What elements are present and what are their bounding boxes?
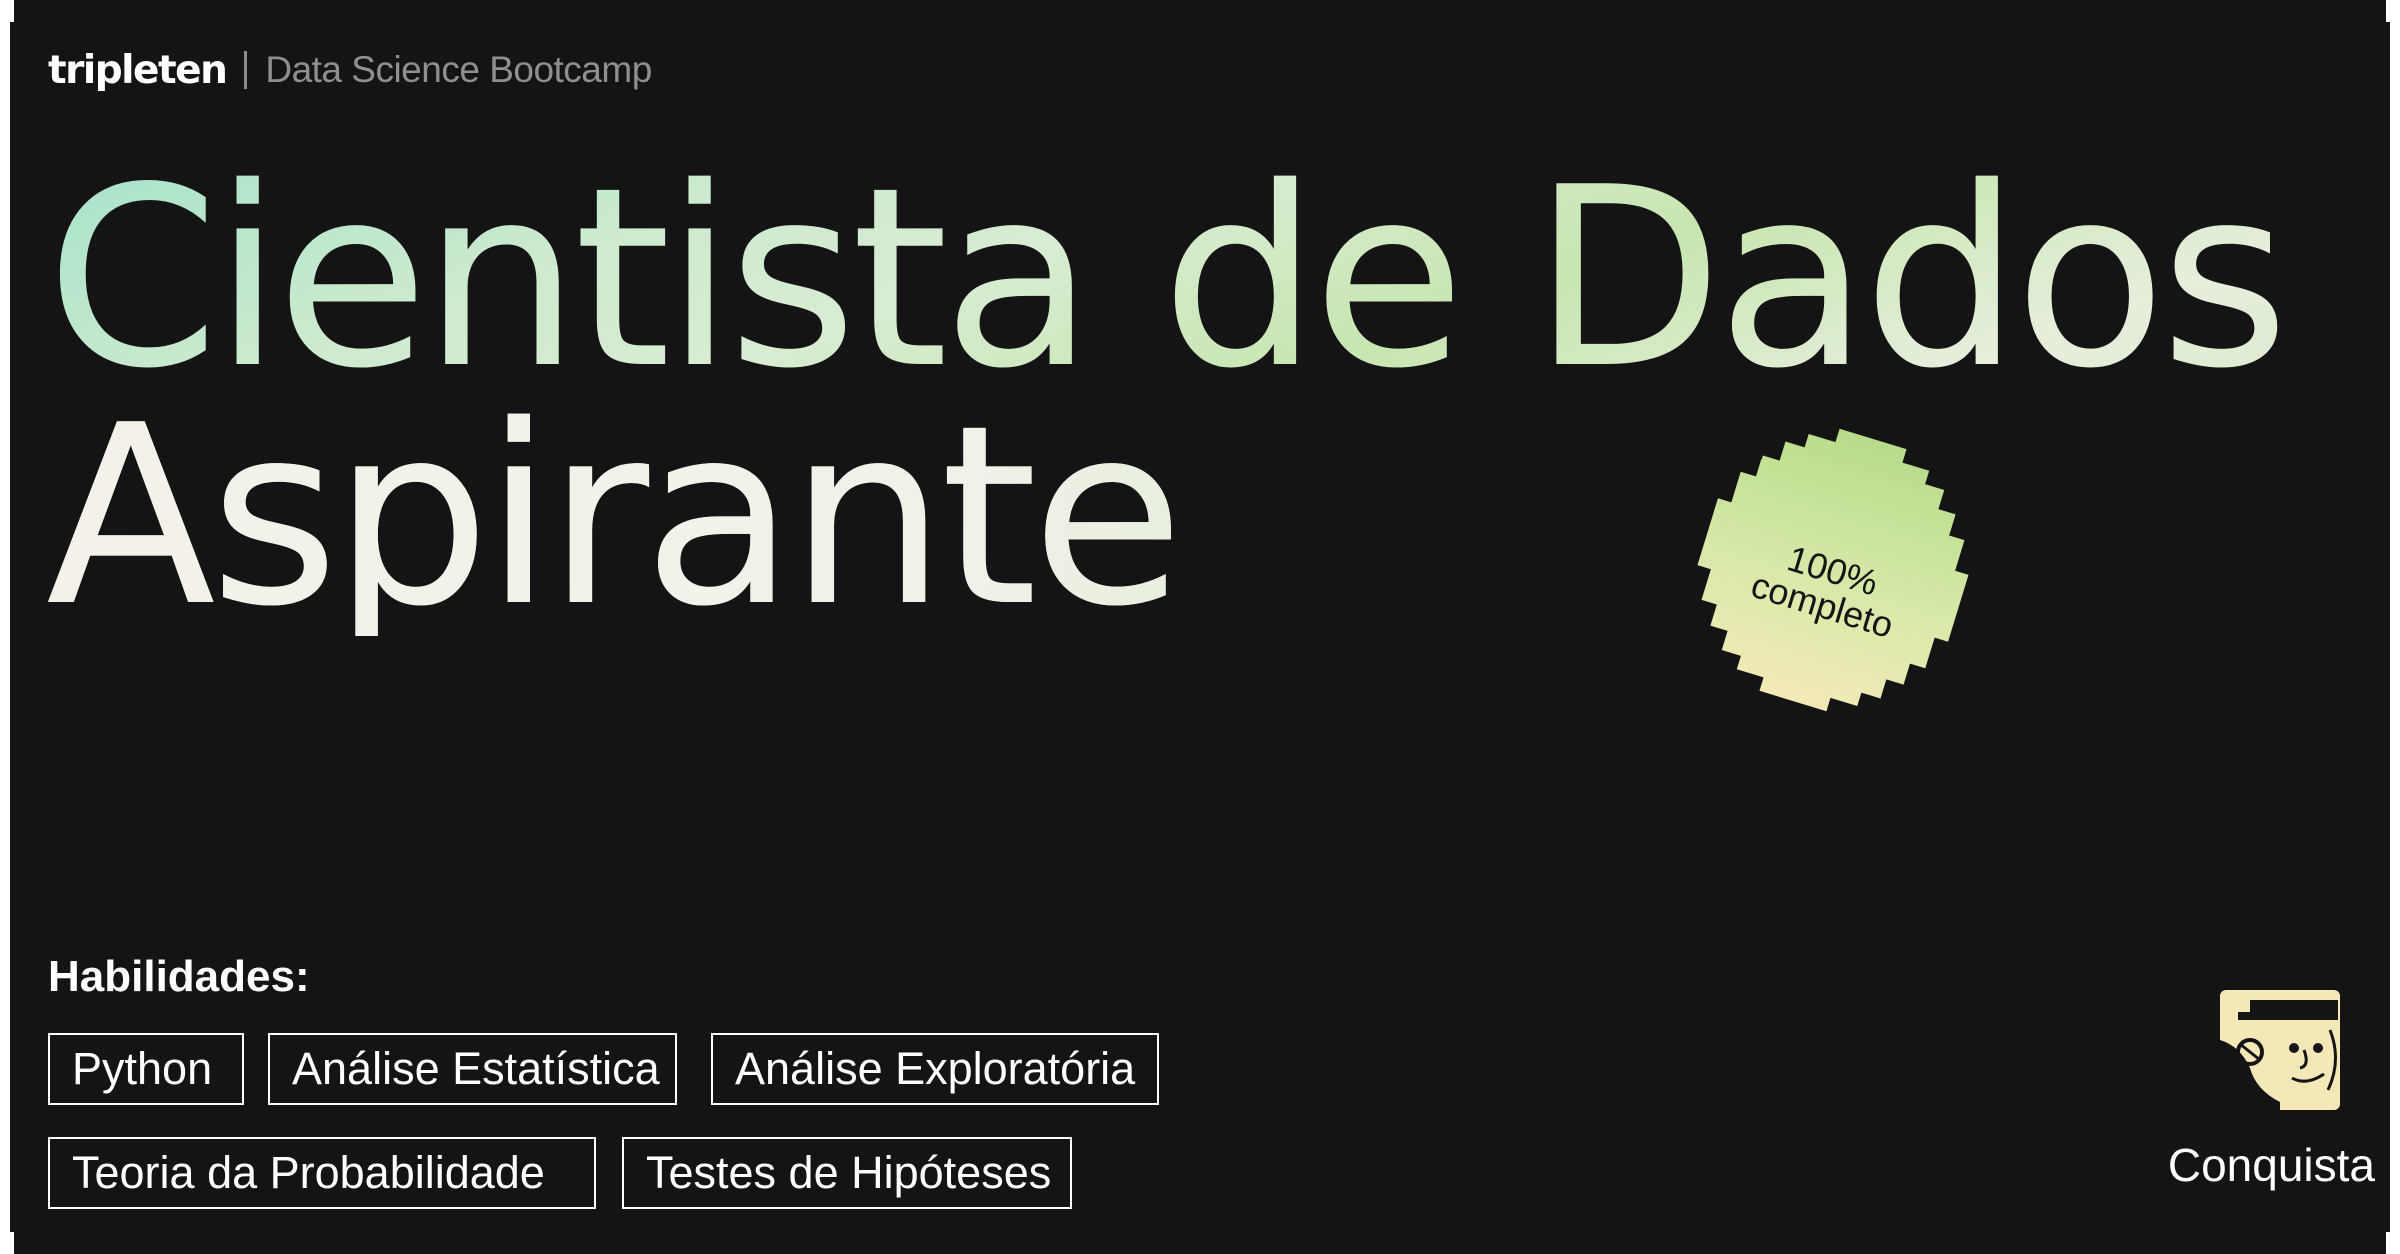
skill-chip-probability-theory: Teoria da Probabilidade [48,1137,596,1209]
skill-chip-hypothesis-testing: Testes de Hipóteses [622,1137,1072,1209]
corner-mark [2386,1232,2400,1254]
brand-logo: tripleten [48,47,228,93]
skill-chip-statistical-analysis: Análise Estatística [268,1033,677,1105]
corner-mark [2386,0,2400,22]
header: tripleten Data Science Bootcamp [48,40,652,100]
corner-mark [0,0,14,22]
title-line-1: Cientista de Dados [46,135,2284,423]
certificate-card: tripleten Data Science Bootcamp Cientist… [10,0,2390,1254]
achievement-label: Conquista [2167,1139,2375,1191]
skill-chip-python: Python [48,1033,244,1105]
skill-chip-exploratory-analysis: Análise Exploratória [711,1033,1159,1105]
detective-avatar-icon [2220,990,2340,1110]
corner-mark [0,1232,14,1254]
header-divider [244,51,248,89]
program-name: Data Science Bootcamp [265,49,652,90]
skills-heading: Habilidades: [48,952,310,1001]
